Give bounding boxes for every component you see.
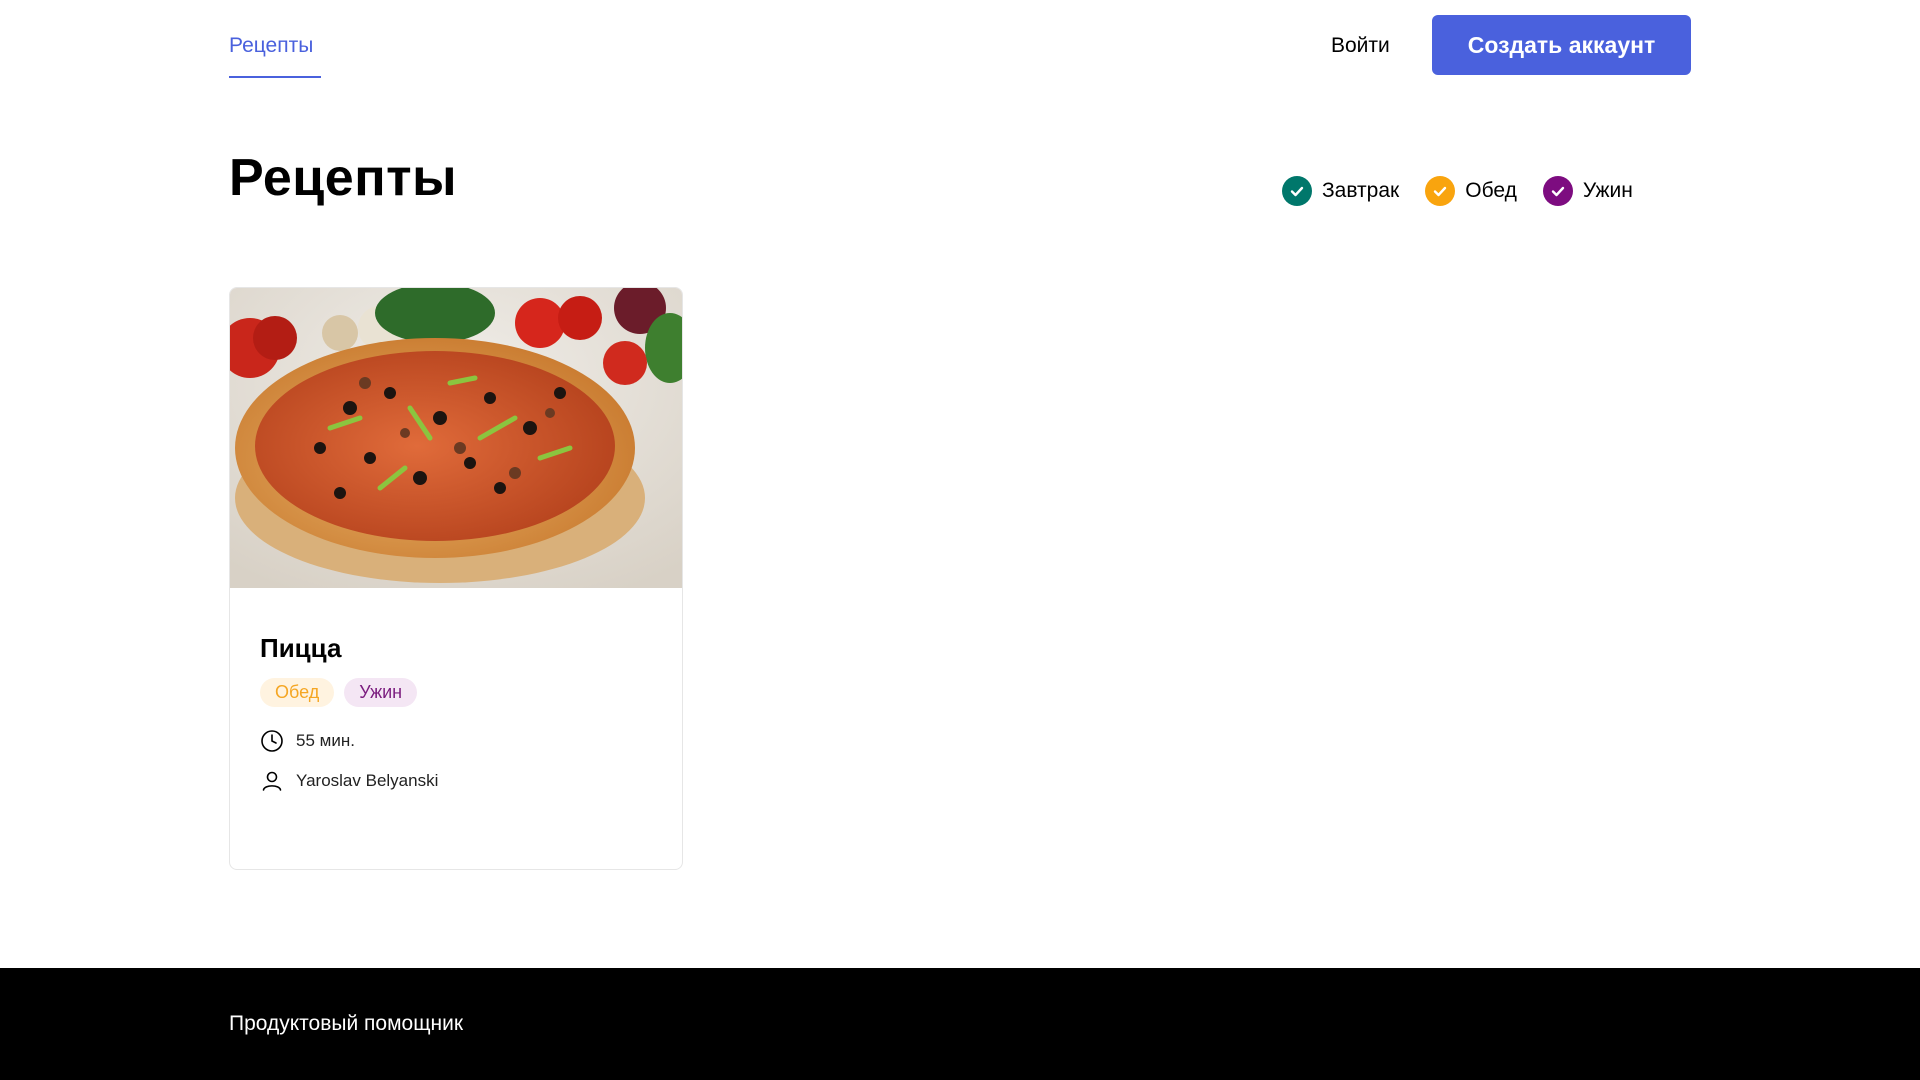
filter-breakfast[interactable]: Завтрак xyxy=(1282,176,1399,206)
recipe-card[interactable]: Пицца Обед Ужин 55 мин. Yaroslav Belyans… xyxy=(229,287,683,870)
check-icon xyxy=(1542,176,1573,206)
check-icon xyxy=(1425,176,1456,206)
meal-filters: Завтрак Обед Ужин xyxy=(1282,176,1633,206)
nav-link-recipes[interactable]: Рецепты xyxy=(229,34,313,58)
pizza-image[interactable] xyxy=(230,288,682,588)
filter-label: Завтрак xyxy=(1322,179,1400,202)
filter-label: Обед xyxy=(1465,179,1517,202)
recipe-tags: Обед Ужин xyxy=(260,678,652,707)
tag-lunch: Обед xyxy=(260,678,335,707)
nav-active-underline xyxy=(229,76,321,78)
recipe-author: Yaroslav Belyanski xyxy=(260,769,652,793)
check-icon xyxy=(1282,176,1312,206)
filter-lunch[interactable]: Обед xyxy=(1425,176,1517,206)
footer: Продуктовый помощник xyxy=(0,968,1920,1080)
signup-button[interactable]: Создать аккаунт xyxy=(1432,15,1691,75)
filter-dinner[interactable]: Ужин xyxy=(1542,176,1633,206)
tag-dinner: Ужин xyxy=(344,678,418,707)
recipe-time: 55 мин. xyxy=(260,729,652,753)
clock-icon xyxy=(261,730,283,752)
page-title: Рецепты xyxy=(229,149,457,207)
recipe-time-value: 55 мин. xyxy=(296,731,355,750)
user-icon xyxy=(262,771,282,791)
recipe-title[interactable]: Пицца xyxy=(260,633,652,664)
header: Рецепты Войти Создать аккаунт xyxy=(0,0,1920,80)
filter-label: Ужин xyxy=(1582,179,1633,202)
footer-brand: Продуктовый помощник xyxy=(229,1012,464,1035)
login-link[interactable]: Войти xyxy=(1331,34,1390,58)
recipe-author-name[interactable]: Yaroslav Belyanski xyxy=(296,771,438,791)
